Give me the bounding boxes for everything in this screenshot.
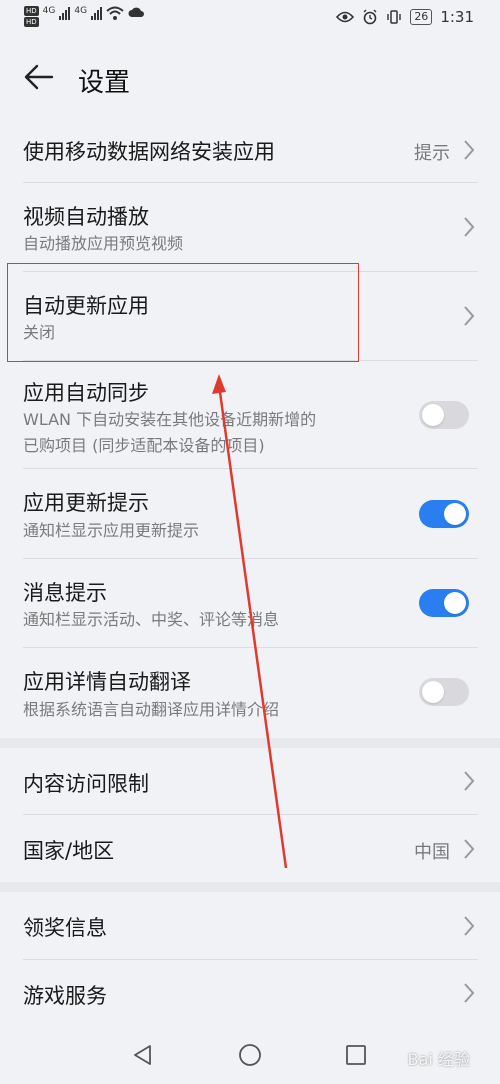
- system-nav-bar: Bai 经验: [0, 1026, 500, 1084]
- nav-back-icon[interactable]: [132, 1044, 154, 1066]
- watermark: Bai 经验: [407, 1050, 470, 1069]
- nav-recent-icon[interactable]: [345, 1044, 367, 1066]
- nav-home-icon[interactable]: [238, 1043, 262, 1067]
- annotation-arrow: [212, 374, 288, 869]
